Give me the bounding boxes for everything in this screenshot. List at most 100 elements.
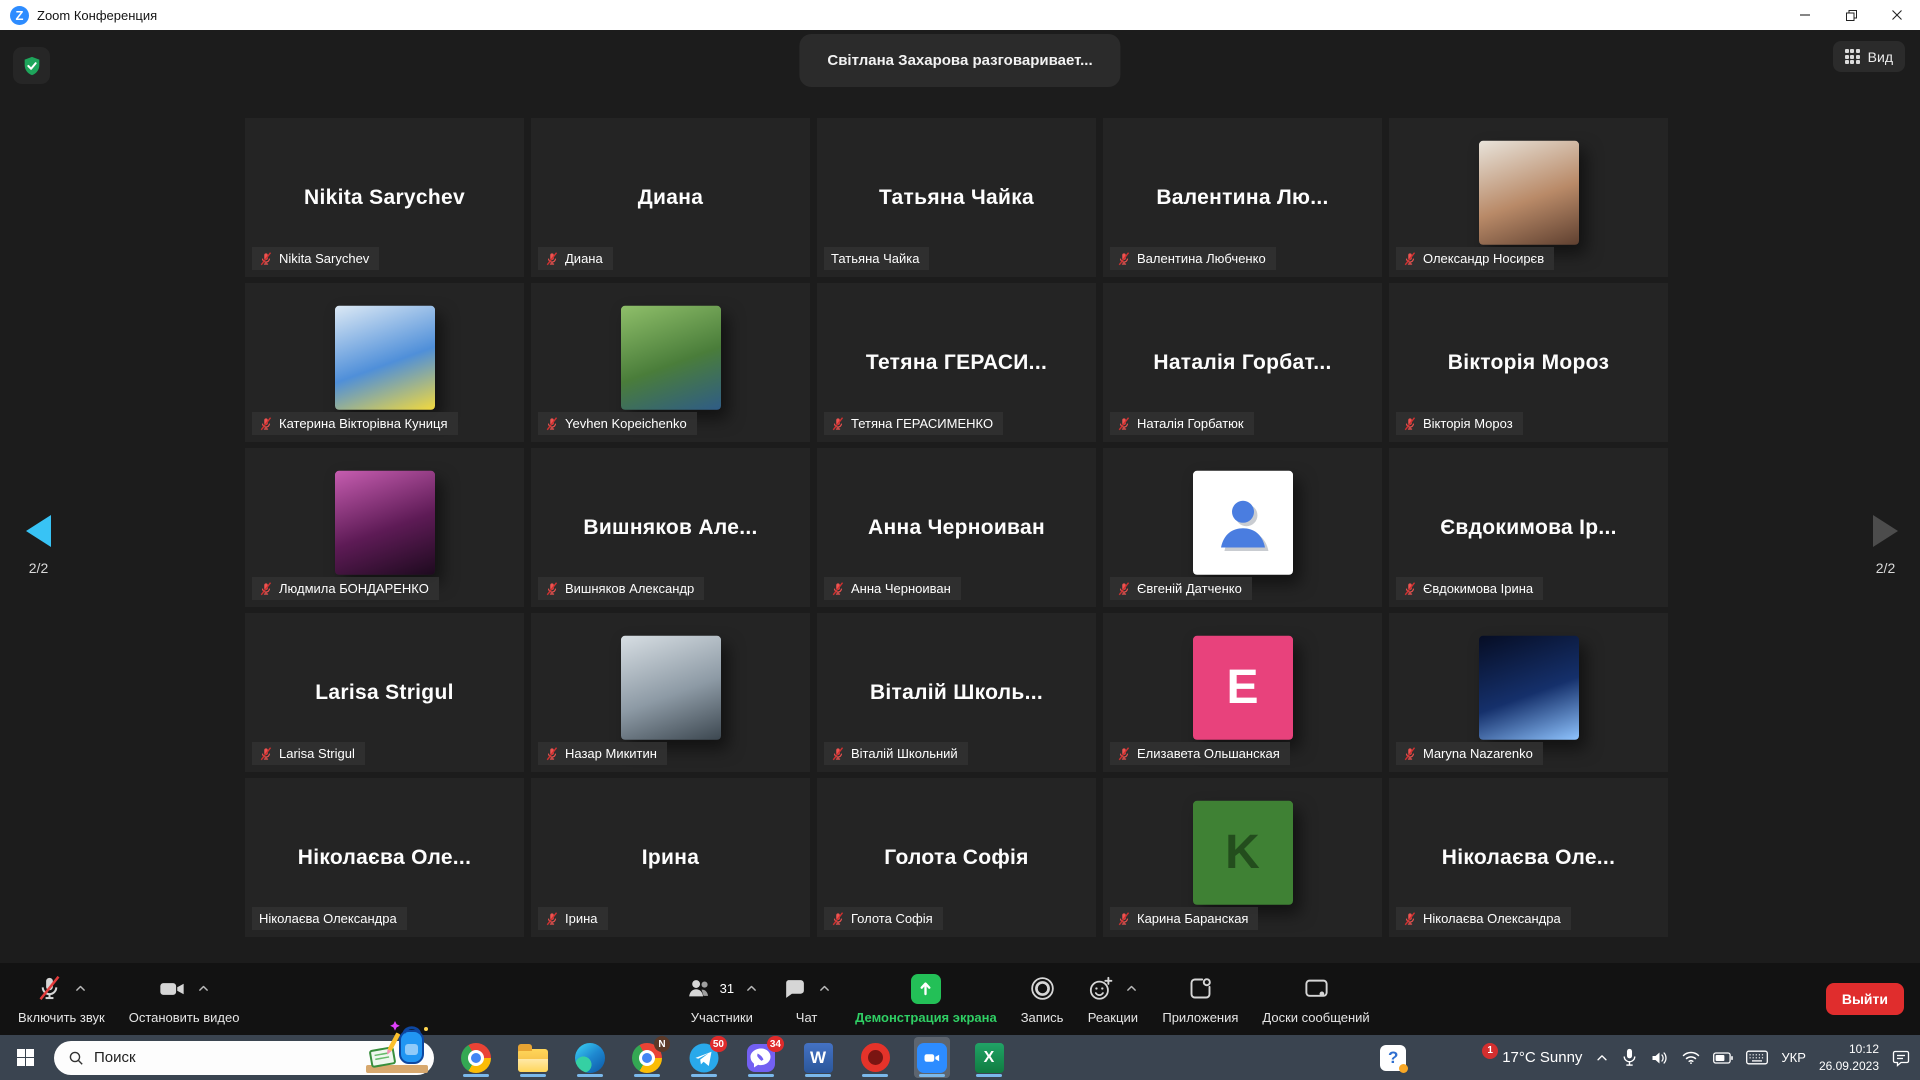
participant-tile[interactable]: E Елизавета Ольшанская [1103, 613, 1382, 772]
leave-button[interactable]: Выйти [1826, 983, 1904, 1015]
taskbar-chrome-icon[interactable] [458, 1037, 494, 1078]
participant-tile[interactable]: Ірина Ірина [531, 778, 810, 937]
letter-avatar: K [1193, 800, 1293, 904]
participant-tile[interactable]: Катерина Вікторівна Куниця [245, 283, 524, 442]
muted-mic-icon [259, 582, 273, 596]
participant-tile[interactable]: Євгеній Датченко [1103, 448, 1382, 607]
notification-center-icon[interactable] [1892, 1049, 1910, 1067]
running-indicator [862, 1074, 888, 1077]
taskbar-telegram-icon[interactable]: 50 [686, 1037, 722, 1078]
weather-widget[interactable]: 1 17°C Sunny [1465, 1044, 1582, 1072]
participant-tile[interactable]: Yevhen Kopeichenko [531, 283, 810, 442]
toolbar-button-label: Реакции [1088, 1010, 1138, 1025]
participant-tile[interactable]: Ніколаєва Оле...Ніколаєва Олександра [245, 778, 524, 937]
taskbar-chrome-icon[interactable]: N [629, 1037, 665, 1078]
taskbar-search-box[interactable]: Поиск [54, 1041, 434, 1075]
toolbar-button-label: Включить звук [18, 1010, 105, 1025]
taskbar-opera-icon[interactable] [857, 1037, 893, 1078]
share-screen-button[interactable]: Демонстрация экрана [845, 970, 1007, 1029]
unmute-options-chevron-icon[interactable] [74, 982, 87, 995]
next-page-arrow-icon[interactable] [1873, 515, 1898, 547]
start-button[interactable] [8, 1038, 42, 1078]
meeting-toolbar: Включить звук Остановить видео 31 Участн… [0, 963, 1920, 1035]
taskbar-file-explorer-icon[interactable] [515, 1037, 551, 1078]
participant-tile[interactable]: Віталій Школь... Віталій Школьний [817, 613, 1096, 772]
window-controls [1782, 0, 1920, 30]
meeting-area: Світлана Захарова разговаривает... Вид N… [0, 30, 1920, 1035]
record-button[interactable]: Запись [1011, 970, 1074, 1029]
running-indicator [463, 1074, 489, 1077]
participants-options-chevron-icon[interactable] [745, 982, 758, 995]
participant-tile[interactable]: Валентина Лю... Валентина Любченко [1103, 118, 1382, 277]
participant-tile[interactable]: Larisa Strigul Larisa Strigul [245, 613, 524, 772]
taskbar-clock[interactable]: 10:12 26.09.2023 [1819, 1041, 1879, 1073]
toolbar-button-label: Демонстрация экрана [855, 1010, 997, 1025]
taskbar-zoom-icon[interactable] [914, 1037, 950, 1078]
participant-tile[interactable]: Євдокимова Ір... Євдокимова Ірина [1389, 448, 1668, 607]
search-doodle-icon [364, 1019, 430, 1077]
participant-tile[interactable]: Maryna Nazarenko [1389, 613, 1668, 772]
stop-video-button[interactable]: Остановить видео [119, 970, 250, 1029]
tray-speaker-icon[interactable] [1650, 1050, 1669, 1066]
tray-network-icon[interactable] [1682, 1050, 1700, 1065]
stop-video-options-chevron-icon[interactable] [197, 982, 210, 995]
participant-tile[interactable]: Наталія Горбат... Наталія Горбатюк [1103, 283, 1382, 442]
participant-tile[interactable]: Анна Черноиван Анна Черноиван [817, 448, 1096, 607]
reactions-options-chevron-icon[interactable] [1125, 982, 1138, 995]
participant-tile[interactable]: Татьяна ЧайкаТатьяна Чайка [817, 118, 1096, 277]
participant-tile[interactable]: Вікторія Мороз Вікторія Мороз [1389, 283, 1668, 442]
participant-name-label: Larisa Strigul [279, 746, 355, 761]
chat-button[interactable]: Чат [772, 970, 841, 1029]
help-app-icon[interactable]: ? [1380, 1045, 1406, 1071]
apps-button[interactable]: Приложения [1152, 970, 1248, 1029]
participant-nameplate: Ірина [538, 907, 608, 930]
language-indicator[interactable]: УКР [1781, 1050, 1806, 1065]
participant-nameplate: Наталія Горбатюк [1110, 412, 1254, 435]
participant-tile[interactable]: Людмила БОНДАРЕНКО [245, 448, 524, 607]
running-indicator [748, 1074, 774, 1077]
reactions-button[interactable]: Реакции [1077, 970, 1148, 1029]
participant-tile[interactable]: Вишняков Але... Вишняков Александр [531, 448, 810, 607]
person-avatar-icon [1193, 470, 1293, 574]
minimize-button[interactable] [1782, 0, 1828, 30]
taskbar-edge-icon[interactable] [572, 1037, 608, 1078]
participant-tile[interactable]: K Карина Баранская [1103, 778, 1382, 937]
participant-tile[interactable]: Диана Диана [531, 118, 810, 277]
previous-page-arrow-icon[interactable] [26, 515, 51, 547]
participant-tile[interactable]: Назар Микитин [531, 613, 810, 772]
meeting-security-shield[interactable] [13, 47, 50, 84]
participant-nameplate: Larisa Strigul [252, 742, 365, 765]
tray-battery-icon[interactable] [1713, 1052, 1733, 1064]
blue-yellow-flower-photo [335, 305, 435, 409]
tray-chevron-up-icon[interactable] [1595, 1051, 1609, 1065]
muted-mic-icon [831, 582, 845, 596]
participant-nameplate: Елизавета Ольшанская [1110, 742, 1290, 765]
taskbar-excel-icon[interactable]: X [971, 1037, 1007, 1078]
dark-fantasy-photo [1479, 635, 1579, 739]
participant-tile[interactable]: Олександр Носирєв [1389, 118, 1668, 277]
taskbar-viber-icon[interactable]: 34 [743, 1037, 779, 1078]
participant-name-label: Ірина [565, 911, 598, 926]
participant-tile[interactable]: Тетяна ГЕРАСИ... Тетяна ГЕРАСИМЕНКО [817, 283, 1096, 442]
muted-mic-icon [545, 747, 559, 761]
close-button[interactable] [1874, 0, 1920, 30]
participant-tile[interactable]: Ніколаєва Оле... Ніколаєва Олександра [1389, 778, 1668, 937]
chat-options-chevron-icon[interactable] [818, 982, 831, 995]
whiteboards-button[interactable]: Доски сообщений [1252, 970, 1379, 1029]
participant-name-label: Nikita Sarychev [279, 251, 369, 266]
tray-keyboard-icon[interactable] [1746, 1050, 1768, 1065]
city-view-photo [621, 635, 721, 739]
unmute-button[interactable]: Включить звук [8, 970, 115, 1029]
participant-tile[interactable]: Nikita Sarychev Nikita Sarychev [245, 118, 524, 277]
participants-button[interactable]: 31 Участники [676, 970, 768, 1029]
window-titlebar: Z Zoom Конференция [0, 0, 1920, 30]
participant-name-label: Диана [565, 251, 603, 266]
restore-button[interactable] [1828, 0, 1874, 30]
participant-name-label: Тетяна ГЕРАСИМЕНКО [851, 416, 993, 431]
participant-name-label: Ніколаєва Олександра [1423, 911, 1561, 926]
running-indicator [634, 1074, 660, 1077]
view-button[interactable]: Вид [1833, 41, 1905, 72]
participant-tile[interactable]: Голота Софія Голота Софія [817, 778, 1096, 937]
tray-microphone-icon[interactable] [1622, 1048, 1637, 1067]
taskbar-word-icon[interactable]: W [800, 1037, 836, 1078]
